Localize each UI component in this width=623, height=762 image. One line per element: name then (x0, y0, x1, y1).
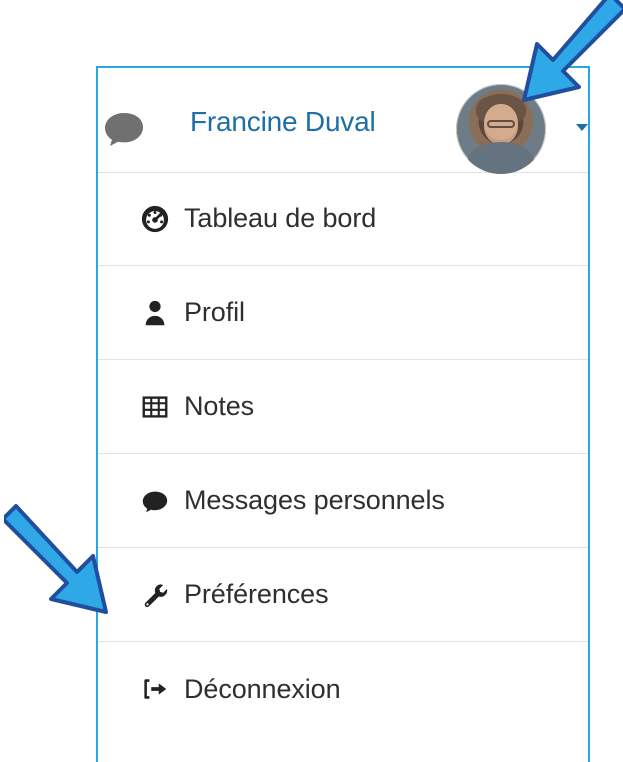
menu-item-label: Préférences (184, 579, 329, 609)
dashboard-icon (140, 204, 170, 234)
screen: Francine Duval Tableau de bord Profil No… (0, 0, 623, 762)
avatar-glasses (487, 120, 515, 128)
menu-item-label: Profil (184, 297, 245, 327)
menu-item-messages[interactable]: Messages personnels (98, 454, 588, 548)
user-menu-list: Tableau de bord Profil Notes Messages pe… (98, 172, 588, 736)
menu-item-preferences[interactable]: Préférences (98, 548, 588, 642)
chevron-down-icon[interactable] (576, 124, 588, 131)
message-icon[interactable] (102, 111, 146, 147)
sign-out-icon (140, 674, 170, 704)
user-menu-header[interactable]: Francine Duval (98, 68, 588, 174)
speech-bubble-icon (140, 486, 170, 516)
menu-item-label: Déconnexion (184, 673, 341, 704)
avatar[interactable] (456, 84, 546, 174)
menu-item-label: Notes (184, 391, 255, 421)
avatar-shoulders (468, 142, 534, 174)
user-name[interactable]: Francine Duval (190, 106, 376, 138)
menu-item-profile[interactable]: Profil (98, 266, 588, 360)
menu-item-label: Messages personnels (184, 485, 445, 515)
menu-item-grades[interactable]: Notes (98, 360, 588, 454)
menu-item-label: Tableau de bord (184, 203, 377, 233)
table-grid-icon (140, 392, 170, 422)
user-icon (140, 298, 170, 328)
wrench-icon (140, 580, 170, 610)
menu-item-dashboard[interactable]: Tableau de bord (98, 172, 588, 266)
menu-item-logout[interactable]: Déconnexion (98, 642, 588, 736)
user-dropdown-panel: Francine Duval Tableau de bord Profil No… (96, 66, 590, 762)
